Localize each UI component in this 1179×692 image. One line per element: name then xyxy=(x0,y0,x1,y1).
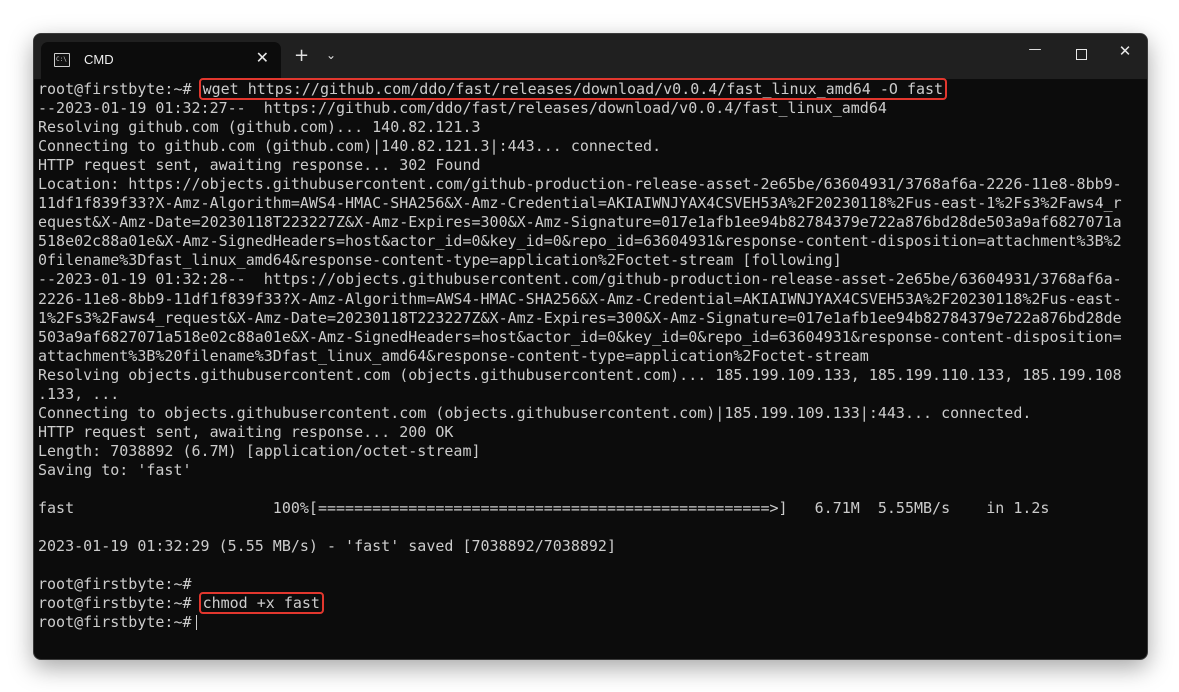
output-line: 518e02c88a01e&X-Amz-SignedHeaders=host&a… xyxy=(38,232,1122,251)
output-line: 11df1f839f33?X-Amz-Algorithm=AWS4-HMAC-S… xyxy=(38,194,1122,213)
prompt-line: root@firstbyte:~# xyxy=(38,575,1138,594)
prompt: root@firstbyte:~# xyxy=(38,613,192,632)
maximize-icon xyxy=(1075,49,1087,61)
tab-title: CMD xyxy=(84,52,114,67)
chevron-down-icon[interactable]: ⌄ xyxy=(326,48,336,62)
output-line: 0filename%3Dfast_linux_amd64&response-co… xyxy=(38,251,842,270)
output-line: Resolving github.com (github.com)... 140… xyxy=(38,118,481,137)
output-line: Location: https://objects.githubusercont… xyxy=(38,175,1122,194)
new-tab-button[interactable]: + xyxy=(294,45,309,66)
output-line: attachment%3B%20filename%3Dfast_linux_am… xyxy=(38,346,869,365)
text-cursor xyxy=(195,615,197,631)
prompt-line: root@firstbyte:~# chmod +x fast xyxy=(38,592,1138,615)
output-line: --2023-01-19 01:32:27-- https://github.c… xyxy=(38,99,887,118)
progress-line: fast 100%[==============================… xyxy=(38,499,1050,518)
output-line: HTTP request sent, awaiting response... … xyxy=(38,422,454,441)
terminal-output[interactable]: root@firstbyte:~# wget https://github.co… xyxy=(38,78,1138,650)
tab-close-icon[interactable]: ✕ xyxy=(256,48,269,67)
output-line: 2226-11e8-8bb9-11df1f839f33?X-Amz-Algori… xyxy=(38,289,1122,308)
highlighted-command: chmod +x fast xyxy=(198,592,324,615)
output-line: equest&X-Amz-Date=20230118T223227Z&X-Amz… xyxy=(38,213,1122,232)
output-line: Resolving objects.githubusercontent.com … xyxy=(38,365,1122,384)
output-line: 1%2Fs3%2Faws4_request&X-Amz-Date=2023011… xyxy=(38,308,1122,327)
minimize-button[interactable]: — xyxy=(1015,42,1055,68)
title-bar: CMD ✕ + ⌄ — ✕ xyxy=(34,34,1147,79)
output-line: 2023-01-19 01:32:29 (5.55 MB/s) - 'fast'… xyxy=(38,537,616,556)
output-line: Length: 7038892 (6.7M) [application/octe… xyxy=(38,441,481,460)
prompt-line: root@firstbyte:~# xyxy=(38,613,1138,632)
output-line: 503a9af6827071a518e02c88a01e&X-Amz-Signe… xyxy=(38,327,1122,346)
terminal-window: CMD ✕ + ⌄ — ✕ root@firstbyte:~# wget htt… xyxy=(33,33,1148,660)
prompt: root@firstbyte:~# xyxy=(38,80,192,98)
cmd-icon xyxy=(54,53,70,67)
tab-cmd[interactable]: CMD ✕ xyxy=(41,42,281,79)
highlighted-command: wget https://github.com/ddo/fast/release… xyxy=(198,78,948,100)
output-line: .133, ... xyxy=(38,384,120,403)
close-button[interactable]: ✕ xyxy=(1105,42,1145,68)
prompt: root@firstbyte:~# xyxy=(38,594,192,613)
output-line: --2023-01-19 01:32:28-- https://objects.… xyxy=(38,270,1122,289)
maximize-button[interactable] xyxy=(1061,42,1101,68)
output-line: Connecting to objects.githubusercontent.… xyxy=(38,403,1032,422)
output-line: Connecting to github.com (github.com)|14… xyxy=(38,137,662,156)
output-line: Saving to: 'fast' xyxy=(38,460,192,479)
output-line: HTTP request sent, awaiting response... … xyxy=(38,156,481,175)
prompt: root@firstbyte:~# xyxy=(38,575,192,594)
prompt-line: root@firstbyte:~# wget https://github.co… xyxy=(38,78,1138,100)
